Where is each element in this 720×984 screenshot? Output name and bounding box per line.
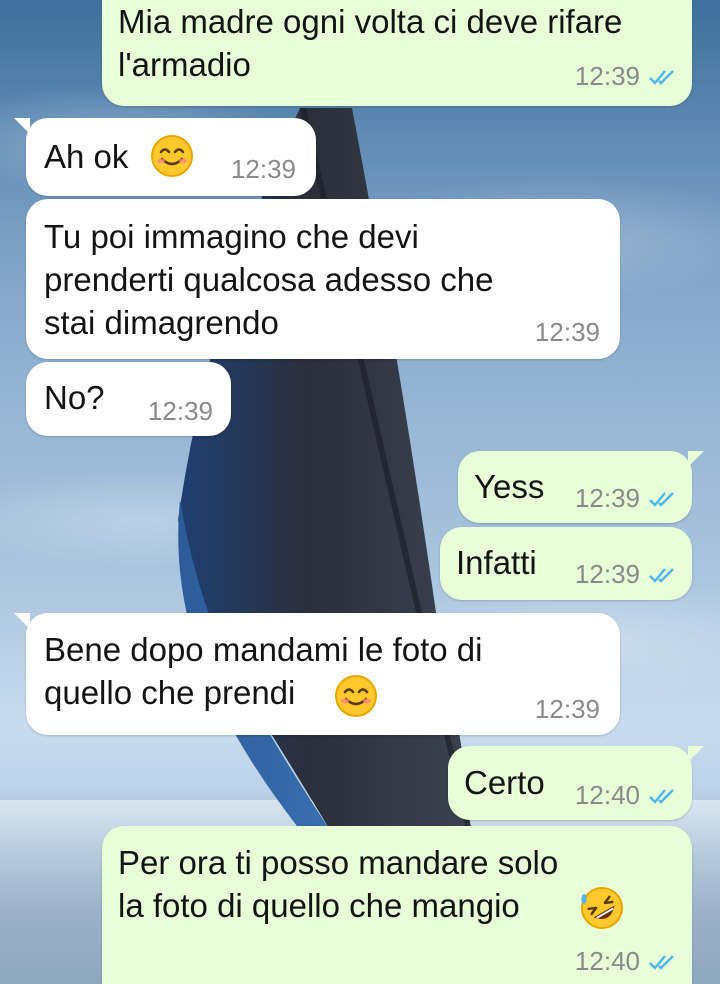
message-text: Per ora ti posso mandare solo la foto di… [118, 844, 559, 924]
message-meta: 12:39 [575, 483, 678, 514]
message-bubble-incoming[interactable]: No? 12:39 [26, 362, 231, 436]
double-check-icon [649, 954, 674, 970]
message-time: 12:39 [534, 317, 600, 347]
message-bubble-outgoing[interactable]: Infatti 12:39 [440, 527, 692, 600]
message-bubble-outgoing[interactable]: Mia madre ogni volta ci deve rifare l'ar… [102, 0, 692, 106]
message-time: 12:39 [230, 154, 296, 184]
message-text: Mia madre ogni volta ci deve rifare l'ar… [118, 3, 623, 83]
chat-messages[interactable]: Mia madre ogni volta ci deve rifare l'ar… [0, 0, 720, 984]
smiling-face-icon [151, 135, 193, 177]
message-meta: 12:39 [575, 61, 678, 92]
message-bubble-incoming[interactable]: Ah ok 12:39 [14, 118, 316, 196]
bubble-tail [14, 613, 30, 629]
message-time: 12:39 [147, 396, 213, 426]
message-time: 12:39 [534, 694, 600, 724]
double-check-icon [649, 788, 674, 804]
message-meta: 12:39 [535, 317, 600, 348]
bubble-tail [14, 118, 30, 134]
smiling-face-icon [335, 675, 377, 717]
message-text: Infatti [456, 544, 537, 581]
message-bubble-incoming[interactable]: Bene dopo mandami le foto di quello che … [14, 613, 620, 735]
double-check-icon [649, 491, 674, 507]
message-text: Certo [464, 764, 545, 801]
message-time: 12:40 [574, 946, 640, 976]
message-bubble-outgoing[interactable]: Certo 12:40 [448, 746, 704, 820]
message-meta: 12:40 [575, 780, 678, 811]
rofl-face-icon [581, 887, 623, 929]
bubble-tail [688, 451, 704, 467]
message-meta: 12:40 [575, 946, 678, 977]
message-bubble-incoming[interactable]: Tu poi immagino che devi prenderti qualc… [26, 199, 620, 359]
message-meta: 12:39 [148, 396, 213, 427]
message-text: Ah ok [44, 138, 129, 175]
message-bubble-outgoing[interactable]: Yess 12:39 [458, 451, 704, 523]
message-text: Yess [474, 468, 545, 505]
message-time: 12:39 [574, 483, 640, 513]
message-time: 12:39 [574, 61, 640, 91]
double-check-icon [649, 69, 674, 85]
message-time: 12:40 [574, 780, 640, 810]
message-text: Bene dopo mandami le foto di quello che … [44, 631, 483, 711]
message-time: 12:39 [574, 559, 640, 589]
double-check-icon [649, 567, 674, 583]
bubble-tail [688, 746, 704, 762]
message-meta: 12:39 [535, 694, 600, 725]
message-meta: 12:39 [231, 154, 296, 185]
message-text: Tu poi immagino che devi prenderti qualc… [44, 218, 494, 341]
message-bubble-outgoing[interactable]: Per ora ti posso mandare solo la foto di… [102, 826, 692, 984]
message-meta: 12:39 [575, 559, 678, 590]
message-text: No? [44, 379, 105, 416]
